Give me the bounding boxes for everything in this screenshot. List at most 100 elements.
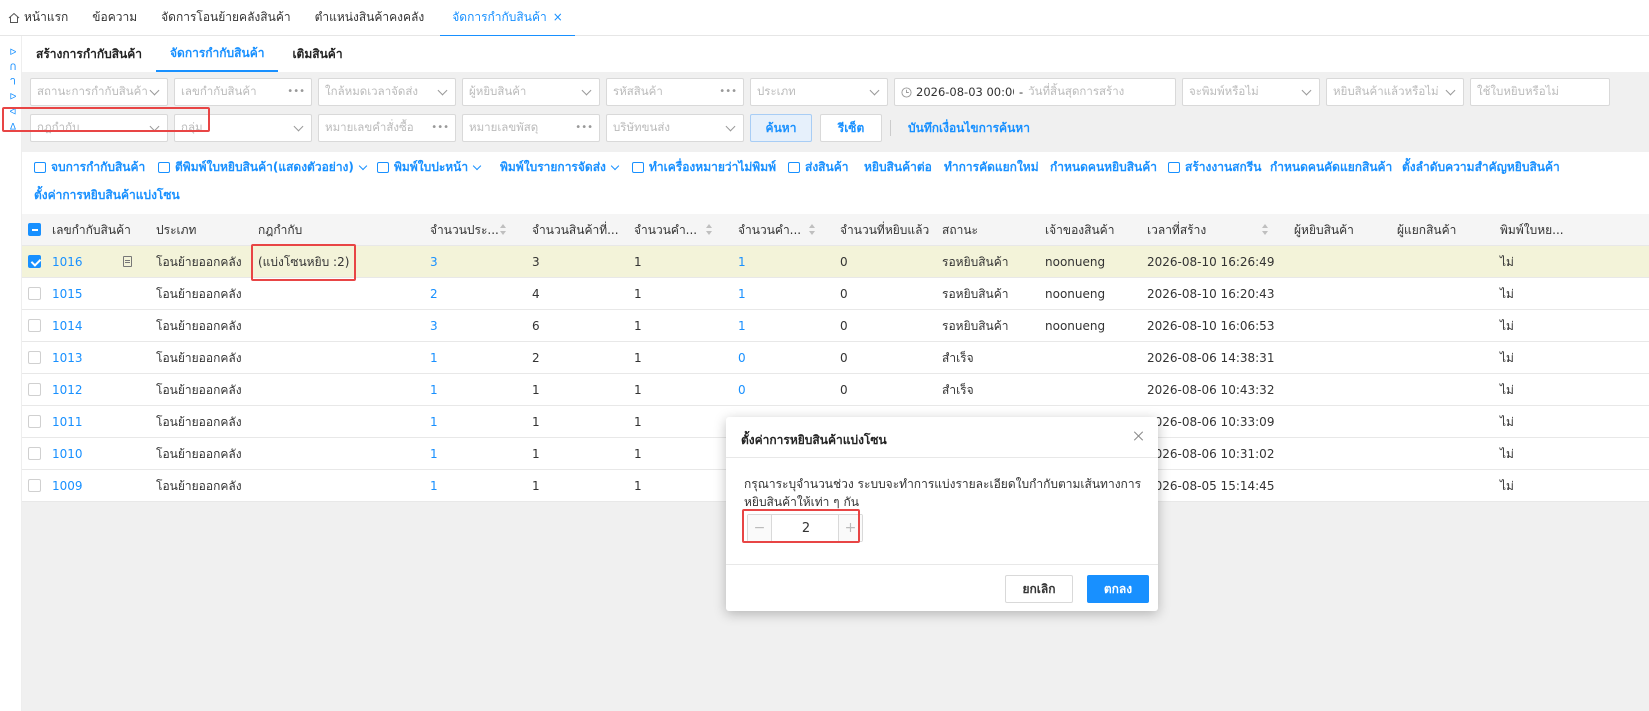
tab-home[interactable]: หน้าแรก (0, 0, 80, 36)
row-count-4[interactable]: 0 (738, 342, 746, 374)
row-checkbox[interactable] (28, 447, 41, 460)
table-row[interactable]: 1014 โอนย้ายออกคลัง 3 6 1 1 0 รอหยิบสินค้า noonu… (22, 310, 1649, 342)
row-wave-number[interactable]: 1015 (52, 278, 83, 310)
table-row[interactable]: 1015 โอนย้ายออกคลัง 2 4 1 1 0 รอหยิบสินค้า noonu… (22, 278, 1649, 310)
row-count-1[interactable]: 1 (430, 374, 438, 406)
created-date-range[interactable]: 2026-08-03 00:00:0 - วันที่สิ้นสุดการสร้… (894, 78, 1176, 106)
subtab-create-wave[interactable]: สร้างการกำกับสินค้า (22, 36, 156, 72)
tab-warehouse-transfer[interactable]: จัดการโอนย้ายคลังสินค้า (149, 0, 302, 36)
col-sorter[interactable]: ผู้แยกสินค้า (1397, 214, 1456, 246)
row-count-1[interactable]: 2 (430, 278, 438, 310)
printer-icon (158, 161, 170, 173)
select-all-checkbox[interactable] (28, 223, 41, 236)
col-printed[interactable]: พิมพ์ใบหย... (1500, 214, 1564, 246)
row-count-4[interactable]: 0 (738, 374, 746, 406)
row-checkbox[interactable] (28, 287, 41, 300)
continue-picking-button[interactable]: หยิบสินค้าต่อ (864, 158, 932, 176)
wave-number-placeholder: เลขกำกับสินค้า (181, 84, 257, 98)
col-picked[interactable]: จำนวนที่หยิบแล้ว (840, 214, 929, 246)
row-count-4[interactable]: 1 (738, 278, 746, 310)
close-icon[interactable]: × (553, 10, 563, 24)
row-count-4[interactable]: 1 (738, 246, 746, 278)
col-wave-rule[interactable]: กฎกำกับ (258, 214, 302, 246)
col-owner[interactable]: เจ้าของสินค้า (1045, 214, 1114, 246)
print-delivery-list-button[interactable]: พิมพ์ใบรายการจัดส่ง (500, 158, 620, 176)
ok-button[interactable]: ตกลง (1087, 575, 1149, 603)
wave-status-select[interactable]: สถานะการกำกับสินค้า (30, 78, 168, 106)
subtab-manage-wave[interactable]: จัดการกำกับสินค้า (156, 36, 279, 72)
tracking-number-input[interactable]: หมายเลขพัสดุ ••• (462, 114, 600, 142)
tab-inventory-location[interactable]: ตำแหน่งสินค้าคงคลัง (303, 0, 437, 36)
row-wave-number[interactable]: 1013 (52, 342, 83, 374)
row-wave-number[interactable]: 1014 (52, 310, 83, 342)
use-pick-slip-select[interactable]: ใช้ใบหยิบหรือไม่ (1470, 78, 1610, 106)
re-sort-button[interactable]: ทำการคัดแยกใหม่ (944, 158, 1039, 176)
printed-select[interactable]: จะพิมพ์หรือไม่ (1182, 78, 1320, 106)
row-count-1[interactable]: 1 (430, 438, 438, 470)
row-checkbox[interactable] (28, 415, 41, 428)
sort-icon[interactable] (1262, 224, 1268, 236)
table-row[interactable]: 1013 โอนย้ายออกคลัง 1 2 1 0 0 สำเร็จ 2026-08-06 … (22, 342, 1649, 374)
finish-wave-button[interactable]: จบการกำกับสินค้า (34, 158, 145, 176)
picked-select[interactable]: หยิบสินค้าแล้วหรือไม่ (1326, 78, 1464, 106)
col-status[interactable]: สถานะ (942, 214, 978, 246)
row-wave-number[interactable]: 1010 (52, 438, 83, 470)
row-count-1[interactable]: 1 (430, 342, 438, 374)
col-count-2[interactable]: จำนวนสินค้าที่... (532, 214, 619, 246)
pick-priority-button[interactable]: ตั้งลำดับความสำคัญหยิบสินค้า (1402, 158, 1560, 176)
clock-icon (901, 86, 912, 98)
cancel-button[interactable]: ยกเลิก (1005, 575, 1073, 603)
table-row[interactable]: 1012 โอนย้ายออกคลัง 1 1 1 0 0 สำเร็จ 2026-08-06 … (22, 374, 1649, 406)
create-screen-task-button[interactable]: สร้างงานสกรีน (1168, 158, 1261, 176)
row-checkbox[interactable] (28, 319, 41, 332)
row-checkbox[interactable] (28, 255, 41, 268)
document-icon[interactable] (123, 256, 132, 267)
save-search-condition-link[interactable]: บันทึกเงื่อนไขการค้นหา (908, 114, 1030, 142)
sort-icon[interactable] (809, 224, 815, 236)
close-icon[interactable] (1132, 429, 1146, 443)
tab-inventory-location-label: ตำแหน่งสินค้าคงคลัง (314, 10, 425, 24)
print-pick-slip-button[interactable]: ตีพิมพ์ใบหยิบสินค้า(แสดงตัวอย่าง) (158, 158, 368, 176)
row-checkbox[interactable] (28, 479, 41, 492)
wave-number-input[interactable]: เลขกำกับสินค้า ••• (174, 78, 312, 106)
col-created[interactable]: เวลาที่สร้าง (1147, 214, 1206, 246)
tab-manage-wave[interactable]: จัดการกำกับสินค้า × (440, 0, 575, 36)
tab-messages[interactable]: ข้อความ (80, 0, 149, 36)
col-count-4[interactable]: จำนวนคำ... (738, 214, 801, 246)
assign-sorter-button[interactable]: กำหนดคนคัดแยกสินค้า (1270, 158, 1392, 176)
col-count-3[interactable]: จำนวนคำ... (634, 214, 697, 246)
row-checkbox[interactable] (28, 383, 41, 396)
row-wave-number[interactable]: 1012 (52, 374, 83, 406)
near-shipping-deadline-select[interactable]: ใกล้หมดเวลาจัดส่ง (318, 78, 456, 106)
col-type[interactable]: ประเภท (156, 214, 196, 246)
order-number-input[interactable]: หมายเลขคำสั่งซื้อ ••• (318, 114, 456, 142)
row-count-1[interactable]: 1 (430, 470, 438, 502)
row-wave-number[interactable]: 1011 (52, 406, 83, 438)
row-checkbox[interactable] (28, 351, 41, 364)
row-printed: ไม่ (1500, 350, 1514, 365)
reset-button[interactable]: รีเซ็ต (820, 114, 882, 142)
col-wave-number[interactable]: เลขกำกับสินค้า (52, 214, 131, 246)
row-count-1[interactable]: 1 (430, 406, 438, 438)
assign-picker-button[interactable]: กำหนดคนหยิบสินค้า (1050, 158, 1157, 176)
col-count-1[interactable]: จำนวนประ... (430, 214, 499, 246)
row-count-4[interactable]: 1 (738, 310, 746, 342)
type-select[interactable]: ประเภท (750, 78, 888, 106)
row-count-3: 1 (634, 351, 642, 365)
subtab-replenish[interactable]: เติมสินค้า (278, 36, 356, 72)
row-wave-number[interactable]: 1016 (52, 246, 83, 278)
sort-icon[interactable] (706, 224, 712, 236)
carrier-select[interactable]: บริษัทขนส่ง (606, 114, 744, 142)
row-wave-number[interactable]: 1009 (52, 470, 83, 502)
sort-icon[interactable] (500, 224, 506, 236)
print-label-button[interactable]: พิมพ์ใบปะหน้า (377, 158, 482, 176)
zone-picking-settings-button[interactable]: ตั้งค่าการหยิบสินค้าแบ่งโซน (34, 186, 180, 204)
mark-not-printed-button[interactable]: ทำเครื่องหมายว่าไม่พิมพ์ (632, 158, 776, 176)
search-button[interactable]: ค้นหา (750, 114, 812, 142)
row-count-1[interactable]: 3 (430, 310, 438, 342)
ship-goods-button[interactable]: ส่งสินค้า (788, 158, 848, 176)
row-count-1[interactable]: 3 (430, 246, 438, 278)
col-picker[interactable]: ผู้หยิบสินค้า (1294, 214, 1354, 246)
sku-input[interactable]: รหัสสินค้า ••• (606, 78, 744, 106)
picker-select[interactable]: ผู้หยิบสินค้า (462, 78, 600, 106)
